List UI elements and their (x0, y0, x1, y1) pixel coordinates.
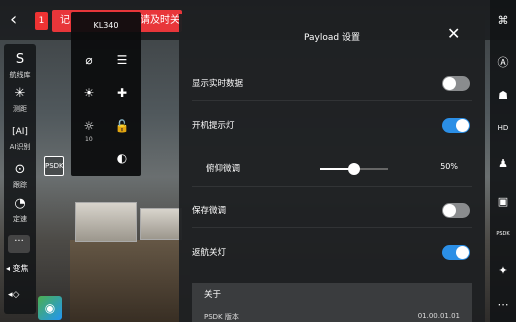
half-circle-icon[interactable]: ◐ (114, 150, 130, 166)
slider-thumb[interactable] (348, 163, 360, 175)
pitch-value: 50% (440, 162, 458, 171)
laser-icon: ✳ (14, 86, 26, 101)
setting-row-save: 保存微调 (192, 200, 472, 220)
setting-row-pitch: 俯仰微调 50% (192, 158, 472, 178)
direction-pad-icon[interactable]: ✚ (114, 85, 130, 101)
unlock-icon[interactable]: 🔓 (114, 118, 130, 134)
alert-count-badge: 1 (35, 12, 48, 30)
rail-item-track[interactable]: ⊙ 跟踪 (4, 162, 36, 190)
popover-title: KL340 (93, 21, 119, 30)
about-section: 关于 PSDK 版本 01.00.01.01 (192, 283, 472, 322)
psdk-button[interactable]: PSDK (44, 156, 64, 176)
psdk-icon[interactable]: PSDK (490, 231, 516, 237)
rail-item-label: 测距 (13, 105, 27, 113)
product-box (75, 202, 137, 242)
list-icon[interactable]: ☰ (114, 52, 130, 68)
target-icon: ⊙ (14, 162, 26, 177)
rail-item-label: AI识别 (9, 143, 31, 151)
divider (192, 186, 472, 187)
rail-item-label: 航线库 (9, 71, 31, 79)
brightness-icon[interactable]: ☼ (81, 118, 97, 134)
setting-label: 显示实时数据 (192, 79, 244, 89)
speed-icon: ◔ (14, 196, 26, 211)
route-icon: S (15, 52, 25, 67)
psdk-version-value: 01.00.01.01 (417, 312, 460, 320)
ai-icon: [AI] (12, 127, 28, 137)
zoom-label[interactable]: ◂ 变焦 (6, 263, 29, 274)
satellite-icon[interactable]: ✦ (490, 264, 516, 277)
about-title: 关于 (204, 290, 222, 300)
alert-right-text: 请及时关 (140, 15, 180, 26)
pitch-slider[interactable] (320, 163, 388, 175)
setting-label: 开机提示灯 (192, 121, 235, 131)
divider (192, 227, 472, 228)
person-icon[interactable]: ♟ (490, 157, 516, 170)
payload-settings-panel: Payload 设置 ✕ 显示实时数据 开机提示灯 俯仰微调 50% 保存微调 … (179, 14, 485, 322)
close-icon[interactable]: ✕ (447, 24, 460, 43)
robot-icon[interactable]: ☗ (490, 89, 516, 102)
startup-light-toggle[interactable] (442, 118, 470, 133)
rail-item-route[interactable]: S 航线库 (4, 52, 36, 80)
setting-row-realtime: 显示实时数据 (192, 73, 472, 93)
rail-item-speed[interactable]: ◔ 定速 (4, 196, 36, 224)
map-icon[interactable]: ◉ (38, 296, 62, 320)
panel-title: Payload 设置 (304, 33, 360, 43)
hd-icon[interactable]: HD (490, 124, 516, 132)
setting-label: 俯仰微调 (206, 164, 241, 174)
flash-icon[interactable]: ☀ (81, 85, 97, 101)
rail-item-label: 跟踪 (13, 181, 27, 189)
setting-label: 保存微调 (192, 206, 227, 216)
brightness-value: 10 (85, 136, 93, 143)
rail-item-ai[interactable]: [AI] AI识别 (4, 124, 36, 152)
setting-label: 返航关灯 (192, 248, 227, 258)
alert-left-text: 记 (60, 15, 70, 26)
more-button[interactable]: ··· (8, 235, 30, 253)
realtime-toggle[interactable] (442, 76, 470, 91)
floor-area (70, 240, 190, 322)
diamond-icon: ◂◇ (8, 290, 20, 300)
drone-icon[interactable]: ⌘ (490, 14, 516, 27)
chevron-left-icon[interactable]: ‹ (10, 9, 17, 30)
rth-light-toggle[interactable] (442, 245, 470, 260)
payload-popover: KL340 ⌀ ☰ ☀ ✚ ☼ 10 🔓 ◐ (71, 12, 141, 176)
rail-item-laser[interactable]: ✳ 测距 (4, 86, 36, 114)
camera-icon[interactable]: ▣ (490, 195, 516, 208)
right-toolbar: ⌘ Ⓐ ☗ HD ♟ ▣ PSDK ✦ ⋯ (490, 0, 516, 322)
setting-row-startup-light: 开机提示灯 (192, 115, 472, 135)
product-box (140, 208, 182, 240)
more-icon[interactable]: ⋯ (490, 298, 516, 311)
divider (192, 100, 472, 101)
light-off-icon[interactable]: ⌀ (81, 52, 97, 68)
rail-item-label: 定速 (13, 215, 27, 223)
a-icon[interactable]: Ⓐ (490, 54, 516, 70)
save-trim-toggle[interactable] (442, 203, 470, 218)
psdk-version-label: PSDK 版本 (204, 313, 239, 321)
setting-row-rth-light: 返航关灯 (192, 242, 472, 262)
